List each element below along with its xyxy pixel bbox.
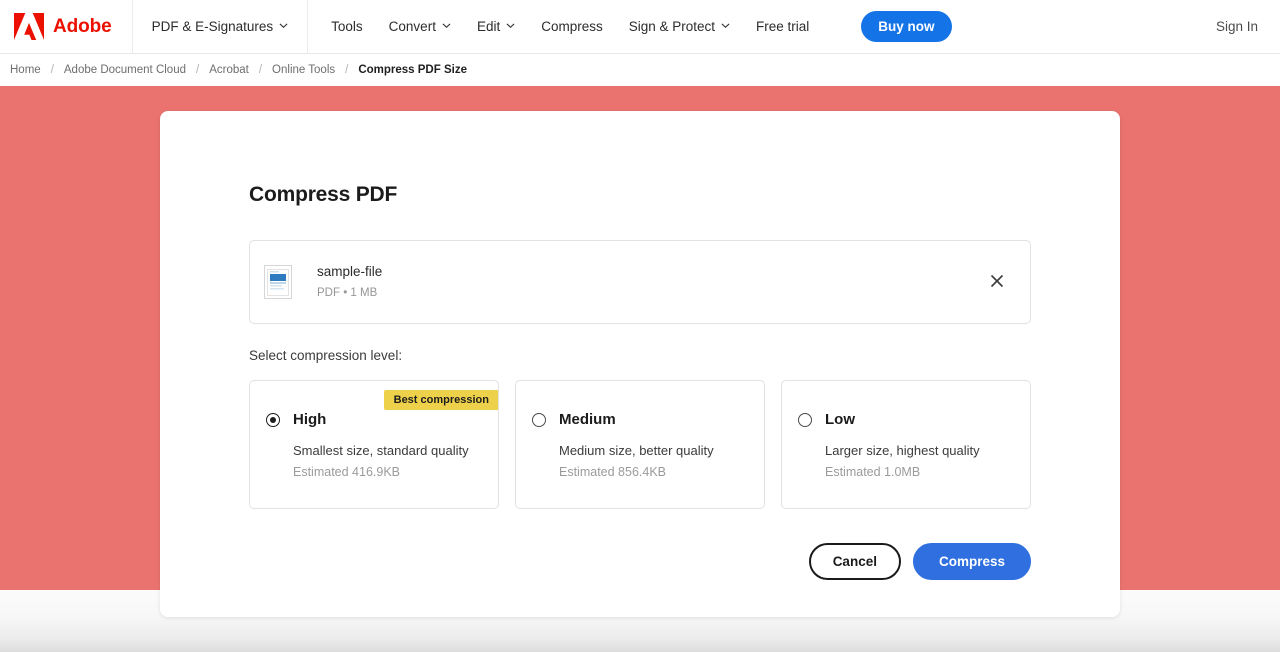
adobe-logo-icon	[14, 13, 44, 40]
nav-item-label: Edit	[476, 19, 501, 34]
selected-file-row: sample-file PDF • 1 MB	[249, 240, 1031, 324]
nav-item-compress[interactable]: Compress	[541, 19, 603, 34]
top-navigation-bar: Adobe PDF & E-Signatures Tools Convert E…	[0, 0, 1280, 54]
compress-button[interactable]: Compress	[912, 543, 1031, 580]
chevron-down-icon	[721, 21, 730, 30]
breadcrumb-item-adobe-document-cloud[interactable]: Adobe Document Cloud	[62, 64, 188, 76]
sign-in-link[interactable]: Sign In	[1216, 19, 1258, 34]
option-name: Medium	[559, 411, 616, 428]
breadcrumb-item-online-tools[interactable]: Online Tools	[270, 64, 337, 76]
option-description: Medium size, better quality	[559, 443, 714, 458]
nav-item-tools[interactable]: Tools	[331, 19, 363, 34]
option-name: High	[293, 411, 327, 428]
nav-item-label: Compress	[541, 19, 603, 34]
brand-name: Adobe	[53, 15, 112, 37]
breadcrumb-separator: /	[258, 64, 263, 76]
best-compression-badge: Best compression	[383, 390, 498, 410]
card-content: Compress PDF sample-file PDF • 1 MB Sele…	[249, 183, 1031, 580]
nav-item-free-trial[interactable]: Free trial	[756, 19, 809, 34]
breadcrumb-separator: /	[345, 64, 349, 76]
radio-low[interactable]	[798, 412, 812, 427]
breadcrumb-item-acrobat[interactable]: Acrobat	[207, 64, 251, 76]
file-name: sample-file	[317, 264, 383, 279]
nav-item-label: Free trial	[756, 19, 810, 34]
option-header: Medium	[532, 411, 748, 428]
page-title: Compress PDF	[249, 183, 398, 206]
option-estimate: Estimated 856.4KB	[559, 465, 667, 479]
compress-pdf-card: Compress PDF sample-file PDF • 1 MB Sele…	[160, 111, 1120, 617]
option-low[interactable]: Low Larger size, highest quality Estimat…	[781, 380, 1031, 509]
close-icon	[990, 274, 1004, 291]
nav-item-label: Sign & Protect	[628, 19, 716, 34]
option-header: High	[266, 411, 482, 428]
option-high[interactable]: Best compression High Smallest size, sta…	[249, 380, 499, 509]
nav-item-label: Tools	[331, 19, 363, 34]
pdf-page-thumbnail-icon	[264, 265, 292, 299]
nav-item-pdf-e-signatures[interactable]: PDF & E-Signatures	[152, 19, 289, 34]
adobe-brand-logo[interactable]: Adobe	[0, 0, 133, 54]
buy-now-button[interactable]: Buy now	[861, 11, 952, 42]
radio-high[interactable]	[266, 412, 280, 427]
compression-level-label: Select compression level:	[249, 348, 403, 363]
option-header: Low	[798, 411, 1014, 428]
breadcrumb: Home / Adobe Document Cloud / Acrobat / …	[0, 54, 1280, 86]
nav-primary-section: PDF & E-Signatures	[133, 0, 309, 54]
card-actions: Cancel Compress	[249, 543, 1031, 580]
file-info: sample-file PDF • 1 MB	[317, 263, 984, 301]
breadcrumb-separator: /	[50, 64, 54, 76]
option-medium[interactable]: Medium Medium size, better quality Estim…	[515, 380, 765, 509]
option-estimate: Estimated 1.0MB	[825, 465, 921, 479]
nav-item-convert[interactable]: Convert	[389, 19, 451, 34]
chevron-down-icon	[442, 21, 451, 30]
nav-item-label: PDF & E-Signatures	[151, 19, 274, 34]
option-name: Low	[825, 411, 855, 428]
nav-item-sign-and-protect[interactable]: Sign & Protect	[629, 19, 730, 34]
option-description: Smallest size, standard quality	[293, 443, 469, 458]
nav-secondary-items: Tools Convert Edit Compress Sign & Prote…	[308, 11, 952, 42]
chevron-down-icon	[506, 21, 515, 30]
cancel-button[interactable]: Cancel	[808, 543, 901, 580]
remove-file-button[interactable]	[984, 269, 1010, 295]
chevron-down-icon	[279, 21, 288, 30]
breadcrumb-item-current: Compress PDF Size	[358, 64, 467, 76]
breadcrumb-separator: /	[196, 64, 200, 76]
option-description: Larger size, highest quality	[825, 443, 980, 458]
file-meta: PDF • 1 MB	[317, 287, 378, 299]
compression-options: Best compression High Smallest size, sta…	[249, 380, 1031, 509]
radio-medium[interactable]	[532, 412, 546, 427]
option-estimate: Estimated 416.9KB	[293, 465, 401, 479]
nav-item-label: Convert	[388, 19, 436, 34]
nav-item-edit[interactable]: Edit	[477, 19, 515, 34]
breadcrumb-item-home[interactable]: Home	[8, 64, 43, 76]
